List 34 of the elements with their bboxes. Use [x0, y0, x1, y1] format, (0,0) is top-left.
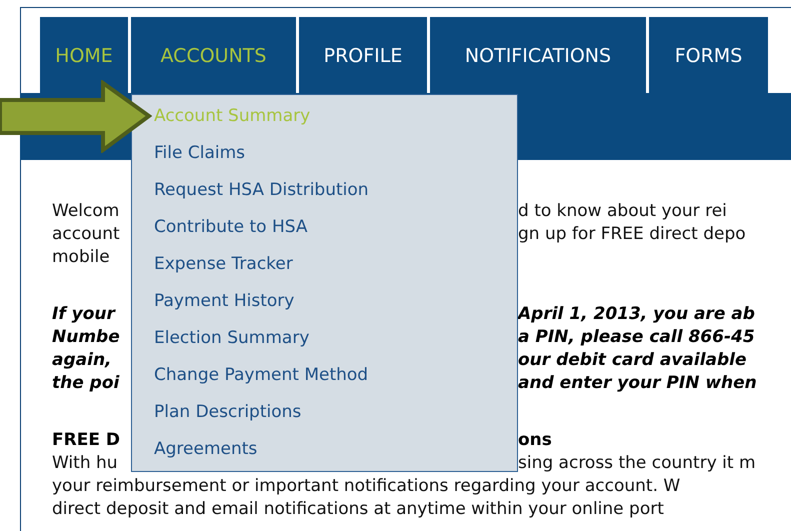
body-text: With hu [52, 452, 118, 475]
body-text: Welcom [52, 200, 120, 223]
nav-tab[interactable]: PROFILE [299, 17, 427, 93]
menu-item[interactable]: Election Summary [154, 325, 310, 351]
nav-tab[interactable]: NOTIFICATIONS [430, 17, 646, 93]
body-text: the poi [52, 372, 120, 395]
body-text: your reimbursement or important notifications regarding your account. W [52, 475, 680, 498]
body-text: and enter your PIN when [518, 372, 757, 395]
body-text: mobile [52, 246, 110, 269]
body-text: direct deposit and email notifications at anytime within your online port [52, 498, 664, 521]
body-text: a PIN, please call 866-45 [518, 326, 755, 349]
arrow-icon [0, 80, 152, 153]
menu-item[interactable]: Expense Tracker [154, 251, 293, 277]
nav-tab[interactable]: ACCOUNTS [131, 17, 296, 93]
body-text: our debit card available [518, 349, 747, 372]
nav-tab[interactable]: FORMS [649, 17, 768, 93]
body-text: If your [52, 303, 115, 326]
menu-item[interactable]: Plan Descriptions [154, 399, 302, 425]
menu-item[interactable]: Payment History [154, 288, 294, 314]
menu-item[interactable]: Request HSA Distribution [154, 177, 369, 203]
menu-item[interactable]: Agreements [154, 436, 258, 462]
body-text: ons [518, 429, 552, 452]
body-text: Numbe [52, 326, 120, 349]
body-text: FREE D [52, 429, 120, 452]
menu-item[interactable]: Contribute to HSA [154, 214, 308, 240]
body-text: d to know about your rei [518, 200, 727, 223]
menu-item[interactable]: Change Payment Method [154, 362, 368, 388]
body-text: sing across the country it m [518, 452, 756, 475]
body-text: again, [52, 349, 112, 372]
body-text: gn up for FREE direct depo [518, 223, 746, 246]
menu-item[interactable]: File Claims [154, 140, 246, 166]
body-text: April 1, 2013, you are ab [518, 303, 755, 326]
body-text: account [52, 223, 120, 246]
nav-tab[interactable]: HOME [40, 17, 128, 93]
